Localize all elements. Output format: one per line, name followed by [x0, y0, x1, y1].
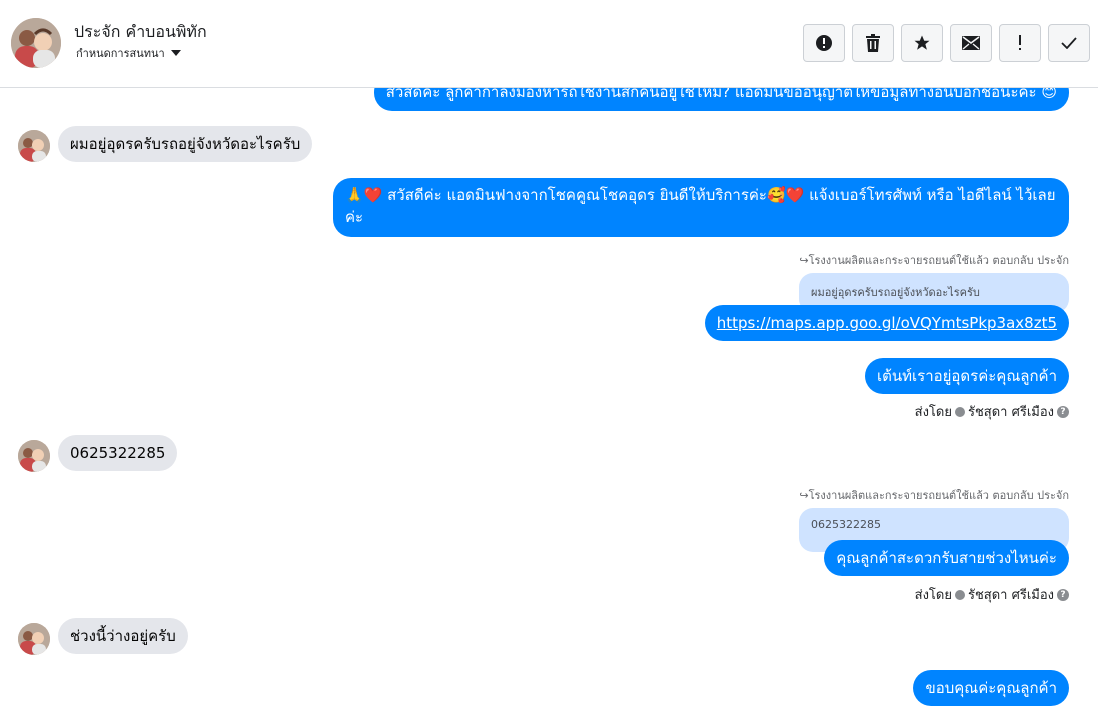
- message-text: ผมอยู่อุดรครับรถอยู่จังหวัดอะไรครับ: [70, 135, 301, 153]
- contact-avatar-small[interactable]: [18, 440, 50, 472]
- help-icon[interactable]: ?: [1057, 405, 1069, 418]
- agent-name[interactable]: รัชสุดา ศรีเมือง: [968, 584, 1054, 605]
- contact-avatar-small[interactable]: [18, 623, 50, 655]
- outgoing-message[interactable]: ขอบคุณค่ะคุณลูกค้า: [913, 670, 1069, 706]
- help-icon[interactable]: ?: [1057, 588, 1069, 601]
- message-thread[interactable]: สวัสดีค่ะ ลูกค้ากำลังมองหารถใช้งานสักคัน…: [0, 88, 1098, 708]
- agent-status-icon: [954, 589, 965, 600]
- sent-by-label: ส่งโดย: [914, 588, 952, 603]
- mark-unread-button[interactable]: [950, 24, 992, 62]
- assign-conversation-dropdown[interactable]: กำหนดการสนทนา: [76, 44, 181, 62]
- delete-button[interactable]: [852, 24, 894, 62]
- sent-by-info: ส่งโดย รัชสุดา ศรีเมือง ?: [915, 584, 1069, 605]
- outgoing-message[interactable]: สวัสดีค่ะ ลูกค้ากำลังมองหารถใช้งานสักคัน…: [373, 88, 1069, 111]
- message-text: 0625322285: [70, 444, 166, 462]
- spam-button[interactable]: [803, 24, 845, 62]
- sent-by-label: ส่งโดย: [914, 405, 952, 420]
- incoming-message[interactable]: 0625322285: [58, 435, 178, 471]
- reply-context: ↪โรงงานผลิตและกระจายรถยนต์ใช้แล้ว ตอบกลั…: [799, 489, 1069, 502]
- map-link[interactable]: https://maps.app.goo.gl/oVQYmtsPkp3ax8zt…: [717, 314, 1057, 332]
- message-text: คุณลูกค้าสะดวกรับสายช่วงไหนค่ะ: [836, 549, 1057, 567]
- reply-context: ↪โรงงานผลิตและกระจายรถยนต์ใช้แล้ว ตอบกลั…: [799, 254, 1069, 267]
- outgoing-message[interactable]: คุณลูกค้าสะดวกรับสายช่วงไหนค่ะ: [824, 540, 1069, 576]
- sent-by-info: ส่งโดย รัชสุดา ศรีเมือง ?: [915, 401, 1069, 422]
- incoming-message[interactable]: ผมอยู่อุดรครับรถอยู่จังหวัดอะไรครับ: [58, 126, 313, 162]
- conversation-header: ประจัก คำบอนพิทัก กำหนดการสนทนา: [0, 0, 1098, 88]
- quoted-text: ผมอยู่อุดรครับรถอยู่จังหวัดอะไรครับ: [811, 286, 980, 299]
- assign-label: กำหนดการสนทนา: [76, 47, 165, 60]
- star-icon: [914, 35, 930, 50]
- message-text: ช่วงนี้ว่างอยู่ครับ: [70, 627, 176, 645]
- follow-up-button[interactable]: [999, 24, 1041, 62]
- agent-name[interactable]: รัชสุดา ศรีเมือง: [968, 401, 1054, 422]
- mark-done-button[interactable]: [1048, 24, 1090, 62]
- message-text-line: 🙏❤️ สวัสดีค่ะ แอดมินฟางจากโชคคูณโชคอุดร …: [345, 186, 1056, 204]
- message-text: ขอบคุณค่ะคุณลูกค้า: [925, 679, 1057, 697]
- trash-icon: [866, 34, 880, 52]
- contact-name: ประจัก คำบอนพิทัก: [74, 22, 207, 41]
- quoted-text: 0625322285: [811, 518, 881, 531]
- conversation-toolbar: [803, 24, 1090, 62]
- exclamation-icon: [1019, 35, 1021, 50]
- envelope-icon: [962, 36, 980, 50]
- message-text-line: ค่ะ: [345, 208, 364, 226]
- message-text: สวัสดีค่ะ ลูกค้ากำลังมองหารถใช้งานสักคัน…: [385, 88, 1057, 101]
- star-button[interactable]: [901, 24, 943, 62]
- incoming-message[interactable]: ช่วงนี้ว่างอยู่ครับ: [58, 618, 188, 654]
- message-text: เต้นท์เราอยู่อุดรค่ะคุณลูกค้า: [877, 367, 1057, 385]
- contact-avatar-small[interactable]: [18, 130, 50, 162]
- alert-circle-icon: [816, 35, 832, 51]
- contact-avatar[interactable]: [11, 18, 61, 68]
- agent-status-icon: [954, 406, 965, 417]
- outgoing-message[interactable]: https://maps.app.goo.gl/oVQYmtsPkp3ax8zt…: [704, 305, 1069, 341]
- check-icon: [1061, 37, 1077, 49]
- outgoing-message[interactable]: เต้นท์เราอยู่อุดรค่ะคุณลูกค้า: [865, 358, 1069, 394]
- outgoing-message[interactable]: 🙏❤️ สวัสดีค่ะ แอดมินฟางจากโชคคูณโชคอุดร …: [333, 178, 1069, 237]
- chevron-down-icon: [170, 50, 181, 56]
